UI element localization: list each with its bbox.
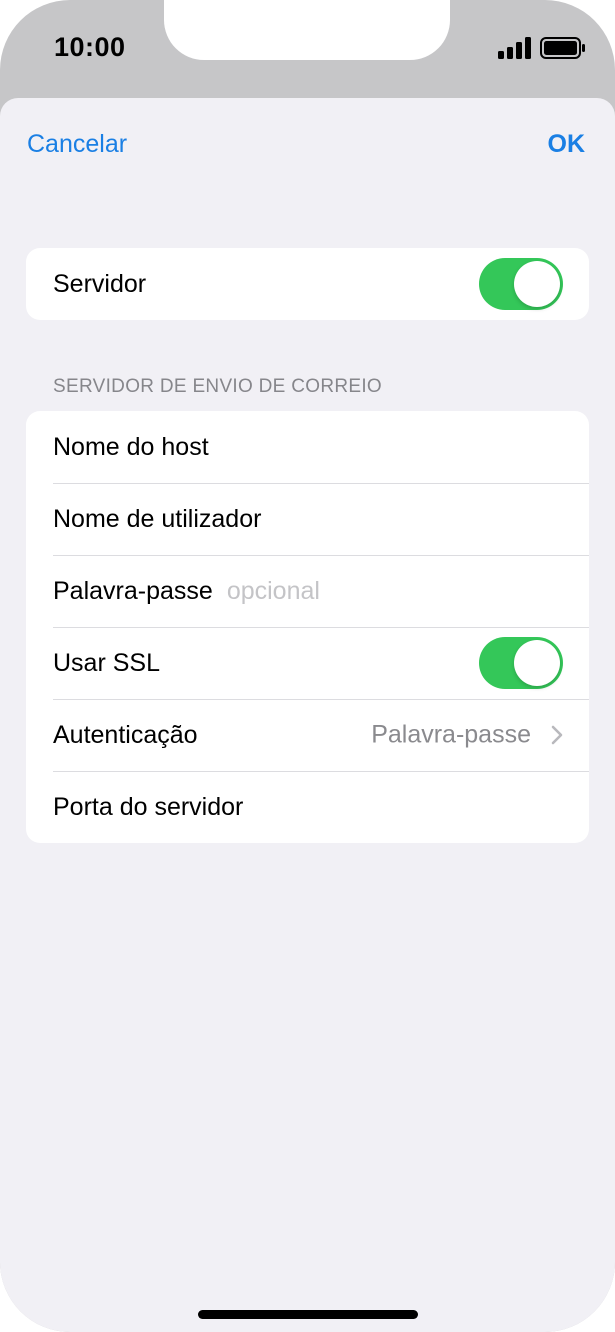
server-port-label: Porta do servidor (53, 792, 244, 821)
status-time: 10:00 (54, 32, 126, 62)
username-row[interactable]: Nome de utilizador (26, 483, 589, 555)
authentication-row[interactable]: Autenticação Palavra-passe (26, 699, 589, 771)
outgoing-server-section-header: SERVIDOR DE ENVIO DE CORREIO (53, 376, 382, 397)
password-row[interactable]: Palavra-passe opcional (26, 555, 589, 627)
outgoing-server-group: Nome do host Nome de utilizador Palavra-… (26, 411, 589, 843)
authentication-label: Autenticação (53, 720, 198, 749)
password-input[interactable]: opcional (227, 577, 320, 606)
server-toggle[interactable] (479, 258, 563, 310)
ok-button[interactable]: OK (548, 130, 586, 159)
notch (164, 0, 450, 60)
username-label: Nome de utilizador (53, 504, 262, 533)
authentication-value: Palavra-passe (371, 720, 531, 749)
chevron-right-icon (551, 725, 563, 745)
hostname-row[interactable]: Nome do host (26, 411, 589, 483)
server-label: Servidor (53, 269, 147, 298)
server-toggle-knob (514, 261, 560, 307)
ssl-toggle-knob (514, 640, 560, 686)
ssl-toggle[interactable] (479, 637, 563, 689)
battery-icon (540, 37, 585, 59)
hostname-label: Nome do host (53, 432, 209, 461)
home-indicator (198, 1310, 418, 1319)
ssl-row: Usar SSL (26, 627, 589, 699)
server-port-row[interactable]: Porta do servidor (26, 771, 589, 843)
server-row: Servidor (26, 248, 589, 320)
cancel-button[interactable]: Cancelar (27, 130, 127, 159)
status-bar: 10:00 (0, 0, 615, 98)
password-label: Palavra-passe (53, 576, 213, 605)
server-group: Servidor (26, 248, 589, 320)
ssl-label: Usar SSL (53, 648, 160, 677)
cellular-signal-icon (498, 37, 531, 59)
phone-screen: 10:00 Cancelar OK Servidor SERVIDOR DE E… (0, 0, 615, 1332)
